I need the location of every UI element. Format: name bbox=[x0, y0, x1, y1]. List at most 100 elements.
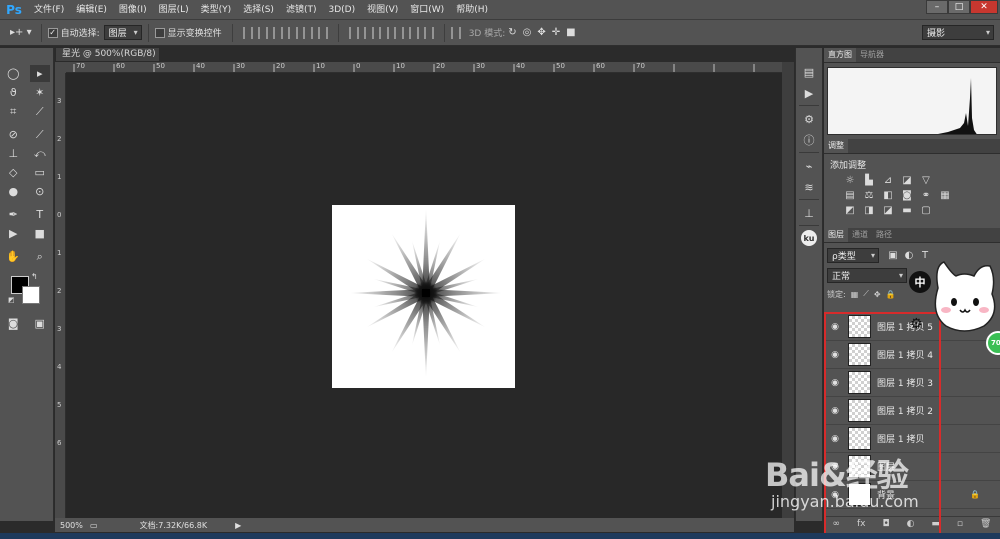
eraser-tool-icon[interactable]: ◇ bbox=[3, 164, 23, 181]
eye-icon[interactable]: ◉ bbox=[824, 406, 846, 416]
gear-icon[interactable]: ⚙ bbox=[910, 316, 923, 332]
filter-adjust-icon[interactable]: ◐ bbox=[903, 250, 915, 261]
layer-row[interactable]: ◉ 图层 1 拷贝 4 bbox=[824, 341, 1000, 369]
tab-paths[interactable]: 路径 bbox=[872, 228, 896, 242]
screen-mode-icon[interactable]: ▣ bbox=[30, 315, 50, 332]
document-tab[interactable]: 星光 @ 500%(RGB/8) * bbox=[55, 47, 160, 72]
document-image[interactable] bbox=[332, 205, 515, 388]
eye-icon[interactable]: ◉ bbox=[824, 350, 846, 360]
ruler-origin[interactable] bbox=[55, 62, 66, 73]
new-group-icon[interactable]: ▬ bbox=[931, 519, 940, 529]
eye-icon[interactable]: ◉ bbox=[824, 434, 846, 444]
layer-name[interactable]: 图层 1 拷贝 5 bbox=[877, 320, 933, 333]
add-mask-icon[interactable]: ◘ bbox=[882, 519, 889, 529]
status-menu-arrow-icon[interactable]: ▶ bbox=[235, 521, 241, 530]
lock-transparency-icon[interactable]: ▦ bbox=[851, 290, 859, 299]
gradient-map-icon[interactable]: ▬ bbox=[901, 205, 913, 216]
move-tool-icon[interactable]: ▸ bbox=[29, 65, 50, 82]
align-top-button[interactable] bbox=[242, 26, 253, 39]
horizontal-ruler[interactable]: 70 60 50 40 30 20 10 0 10 20 30 40 50 60… bbox=[66, 62, 782, 73]
layer-row[interactable]: ◉ 图层 1 拷贝 2 bbox=[824, 397, 1000, 425]
fx-icon[interactable]: fx bbox=[857, 519, 866, 529]
distribute-vcenter-button[interactable] bbox=[363, 26, 374, 39]
color-lookup-icon[interactable]: ▦ bbox=[939, 190, 951, 201]
3d-pan-icon[interactable]: ✥ bbox=[537, 27, 545, 38]
levels-icon[interactable]: ▙ bbox=[863, 175, 875, 186]
distribute-bottom-button[interactable] bbox=[378, 26, 389, 39]
threshold-icon[interactable]: ◪ bbox=[882, 205, 894, 216]
color-balance-icon[interactable]: ⚖ bbox=[863, 190, 875, 201]
crop-tool-icon[interactable]: ⌗ bbox=[3, 103, 23, 120]
blur-tool-icon[interactable]: ● bbox=[3, 183, 23, 200]
stamp-tool-icon[interactable]: ⊥ bbox=[3, 145, 23, 162]
layer-row[interactable]: ◉ 图层 1 拷贝 3 bbox=[824, 369, 1000, 397]
hand-tool-icon[interactable]: ✋ bbox=[3, 248, 23, 265]
3d-roll-icon[interactable]: ◎ bbox=[523, 27, 532, 38]
menu-filter[interactable]: 滤镜(T) bbox=[280, 0, 323, 20]
actions-panel-icon[interactable]: ▶ bbox=[799, 85, 819, 101]
layer-name[interactable]: 图层 bbox=[877, 460, 895, 473]
healing-brush-tool-icon[interactable]: ⊘ bbox=[3, 126, 23, 143]
brightness-icon[interactable]: ☼ bbox=[844, 175, 856, 186]
photo-filter-icon[interactable]: ◙ bbox=[901, 190, 913, 201]
align-right-button[interactable] bbox=[317, 26, 328, 39]
marquee-tool-icon[interactable]: ◯ bbox=[3, 65, 23, 82]
filter-pixel-icon[interactable]: ▣ bbox=[887, 250, 899, 261]
lock-position-icon[interactable]: ✥ bbox=[874, 290, 881, 299]
curves-icon[interactable]: ⊿ bbox=[882, 175, 894, 186]
3d-rotate-icon[interactable]: ↻ bbox=[508, 27, 516, 38]
menu-file[interactable]: 文件(F) bbox=[28, 0, 70, 20]
eyedropper-tool-icon[interactable]: ⟋ bbox=[30, 103, 50, 120]
layer-name[interactable]: 背景 bbox=[877, 488, 895, 501]
new-layer-icon[interactable]: ▫ bbox=[957, 519, 963, 529]
menu-select[interactable]: 选择(S) bbox=[237, 0, 280, 20]
distribute-hcenter-button[interactable] bbox=[408, 26, 419, 39]
history-brush-tool-icon[interactable]: ⤺ bbox=[30, 145, 50, 162]
show-transform-checkbox[interactable] bbox=[154, 27, 165, 38]
lasso-tool-icon[interactable]: ϑ bbox=[3, 84, 23, 101]
menu-view[interactable]: 视图(V) bbox=[361, 0, 404, 20]
layer-kind-filter-select[interactable]: ρ类型 bbox=[827, 247, 879, 263]
workspace-select[interactable]: 摄影 bbox=[922, 25, 994, 40]
eye-icon[interactable]: ◉ bbox=[824, 322, 846, 332]
magic-wand-tool-icon[interactable]: ✶ bbox=[30, 84, 50, 101]
tab-navigator[interactable]: 导航器 bbox=[856, 48, 888, 62]
minimize-button[interactable]: – bbox=[926, 0, 948, 14]
tab-channels[interactable]: 通道 bbox=[848, 228, 872, 242]
blend-mode-select[interactable]: 正常 bbox=[827, 267, 907, 283]
quick-mask-icon[interactable]: ◙ bbox=[3, 315, 23, 332]
eye-icon[interactable]: ◉ bbox=[824, 462, 846, 472]
brush-presets-icon[interactable]: ⌁ bbox=[799, 158, 819, 174]
tab-histogram[interactable]: 直方图 bbox=[824, 48, 856, 62]
layer-name[interactable]: 图层 1 拷贝 bbox=[877, 432, 924, 445]
align-vcenter-button[interactable] bbox=[257, 26, 268, 39]
type-tool-icon[interactable]: T bbox=[30, 206, 50, 223]
layer-row[interactable]: ◉ 图层 1 拷贝 bbox=[824, 425, 1000, 453]
vibrance-icon[interactable]: ▽ bbox=[920, 175, 932, 186]
new-adjustment-icon[interactable]: ◐ bbox=[907, 519, 915, 529]
gradient-tool-icon[interactable]: ▭ bbox=[30, 164, 50, 181]
exposure-icon[interactable]: ◪ bbox=[901, 175, 913, 186]
auto-select-target-select[interactable]: 图层 bbox=[103, 25, 142, 40]
eye-icon[interactable]: ◉ bbox=[824, 378, 846, 388]
auto-select-checkbox[interactable]: ✓ bbox=[47, 27, 58, 38]
trash-icon[interactable]: 🗑 bbox=[980, 519, 991, 529]
swap-colors-icon[interactable]: ↰ bbox=[31, 272, 38, 281]
black-white-icon[interactable]: ◧ bbox=[882, 190, 894, 201]
distribute-top-button[interactable] bbox=[348, 26, 359, 39]
menu-help[interactable]: 帮助(H) bbox=[450, 0, 494, 20]
align-left-button[interactable] bbox=[287, 26, 298, 39]
dodge-tool-icon[interactable]: ⊙ bbox=[30, 183, 50, 200]
hue-saturation-icon[interactable]: ▤ bbox=[844, 190, 856, 201]
zoom-tool-icon[interactable]: ⌕ bbox=[30, 248, 50, 265]
align-hcenter-button[interactable] bbox=[302, 26, 313, 39]
layer-name[interactable]: 图层 1 拷贝 4 bbox=[877, 348, 933, 361]
lock-all-icon[interactable]: 🔒 bbox=[886, 290, 896, 299]
pen-tool-icon[interactable]: ✒ bbox=[3, 206, 23, 223]
menu-window[interactable]: 窗口(W) bbox=[404, 0, 450, 20]
distribute-right-button[interactable] bbox=[423, 26, 434, 39]
tab-adjustments[interactable]: 调整 bbox=[824, 139, 848, 153]
ku-plugin-icon[interactable]: ku bbox=[801, 230, 817, 246]
menu-layer[interactable]: 图层(L) bbox=[153, 0, 195, 20]
vertical-scrollbar[interactable] bbox=[782, 62, 794, 518]
